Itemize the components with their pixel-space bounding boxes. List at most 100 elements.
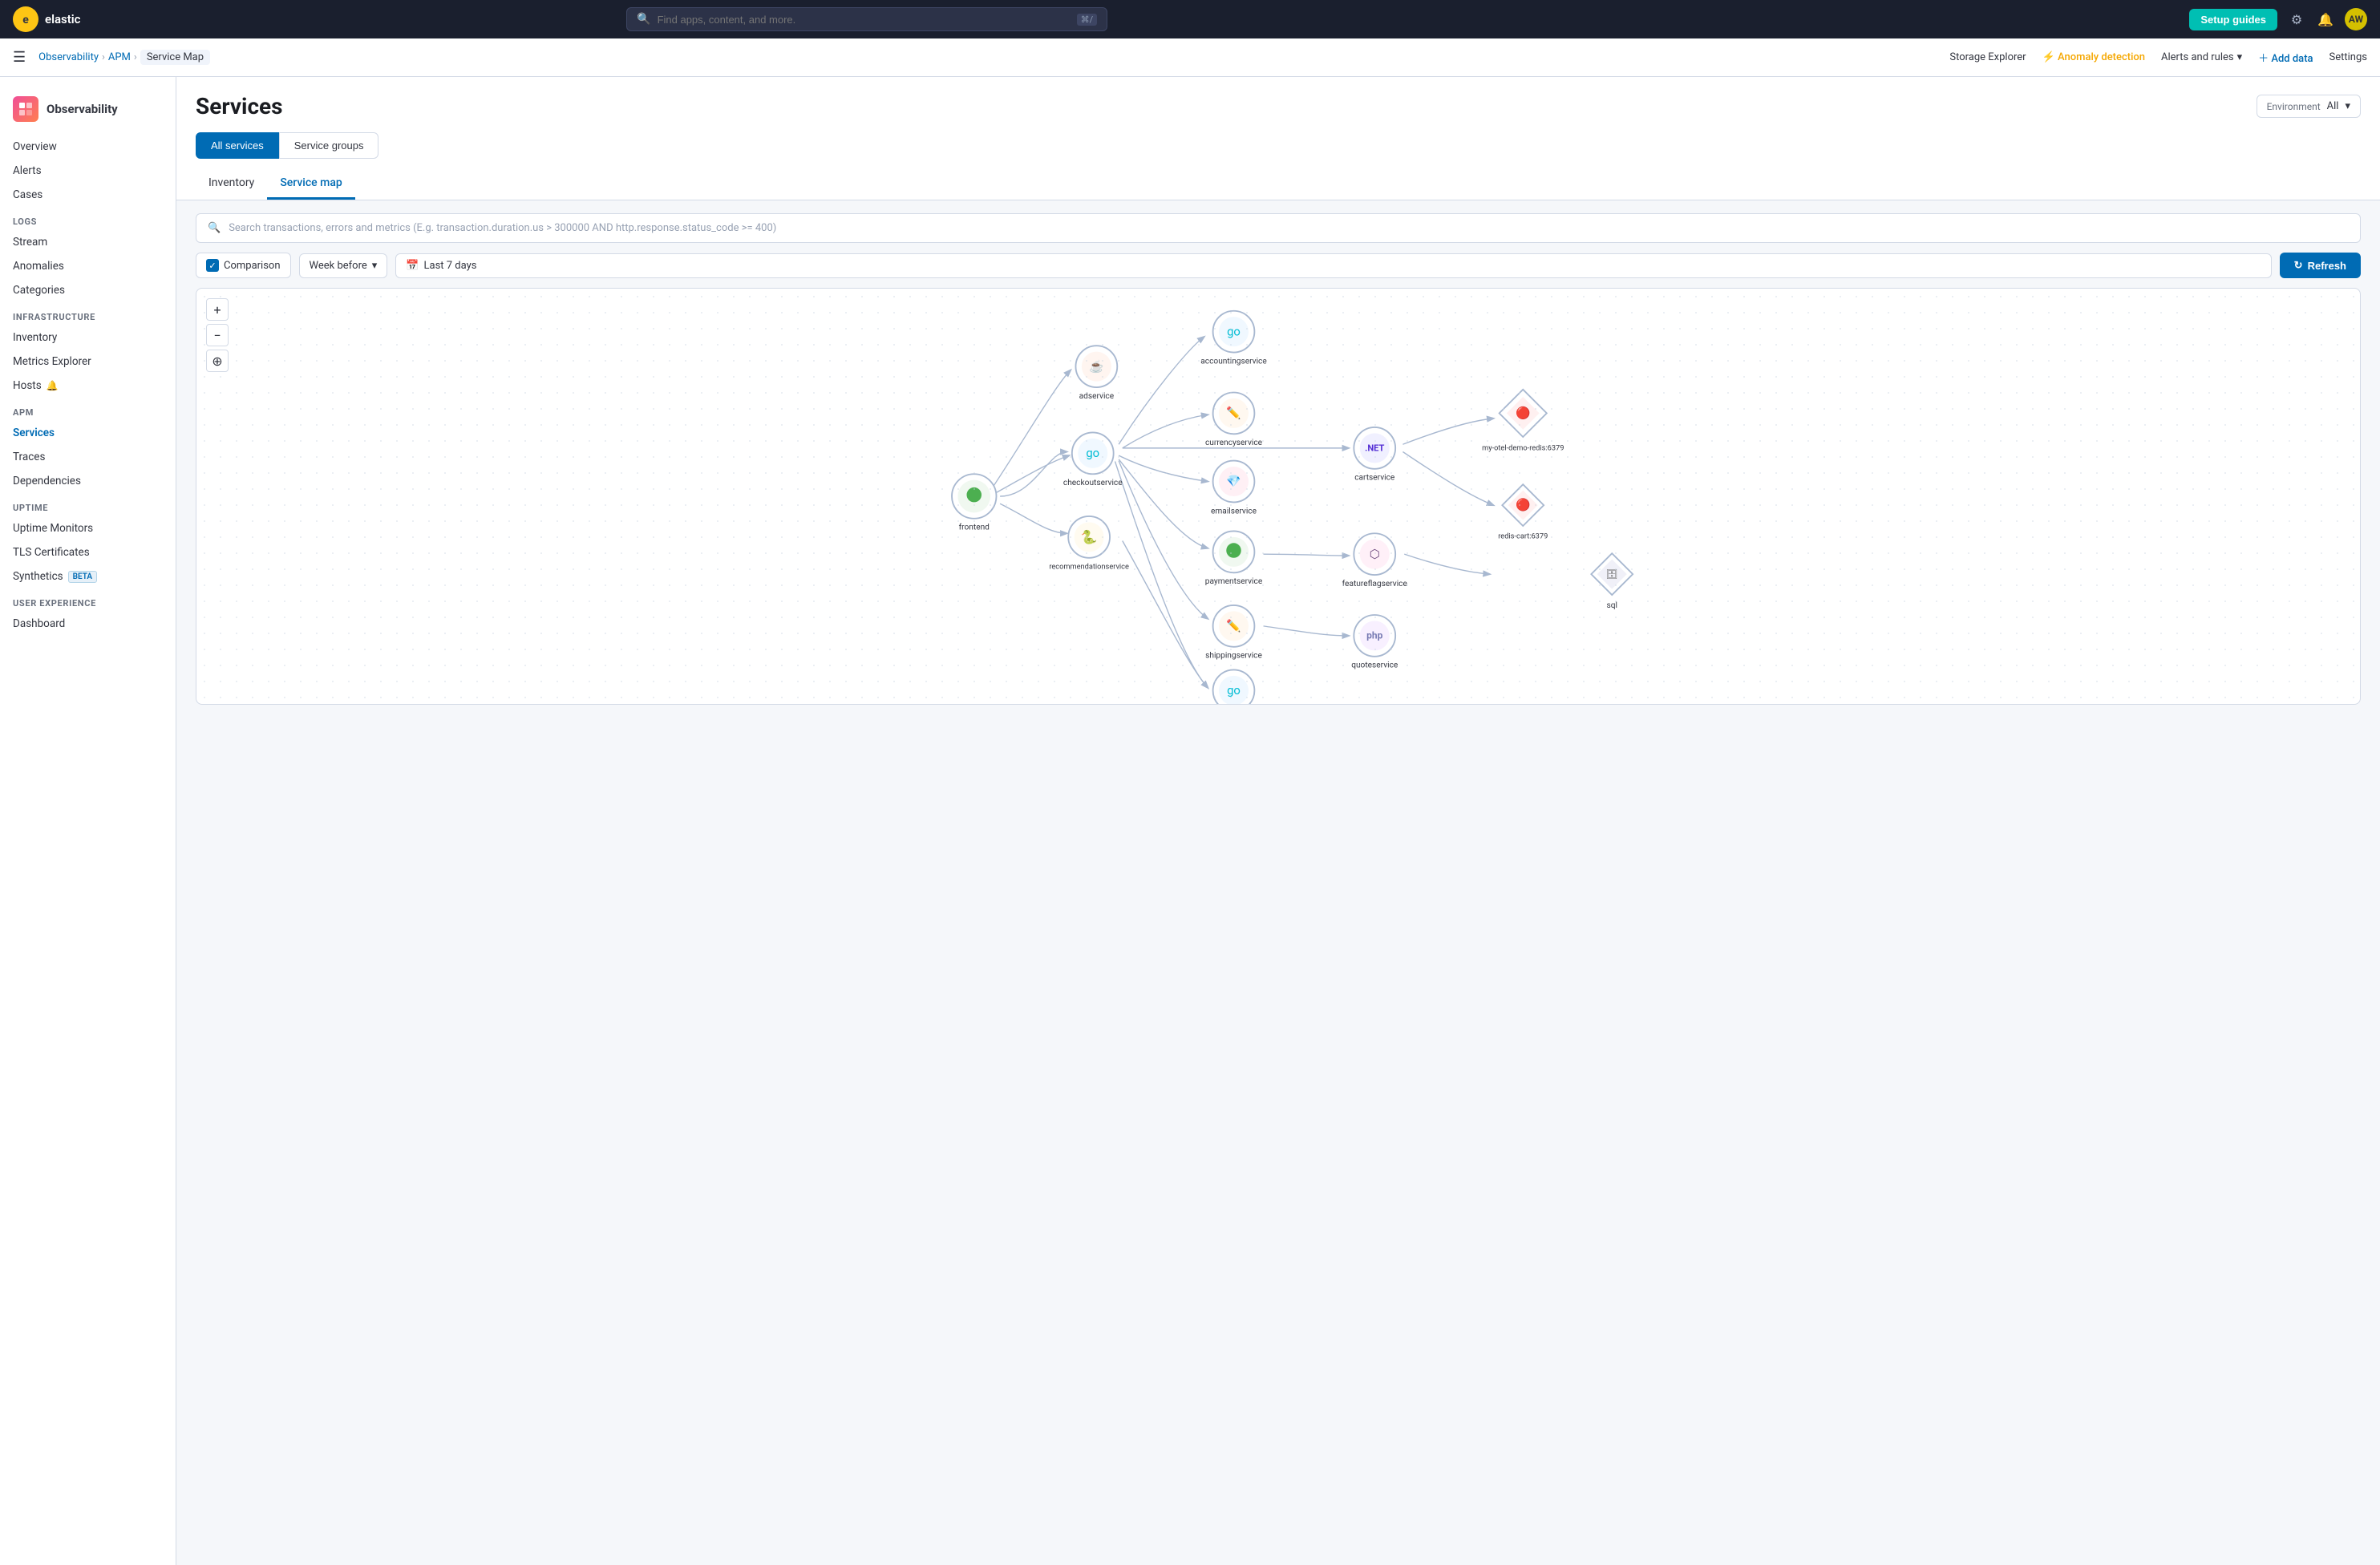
sidebar-item-cases[interactable]: Cases [0,183,176,207]
search-filter-bar[interactable]: 🔍 Search transactions, errors and metric… [196,213,2361,243]
sidebar-item-hosts[interactable]: Hosts 🔔 [0,374,176,398]
sidebar-item-services[interactable]: Services [0,421,176,445]
sidebar-item-overview[interactable]: Overview [0,135,176,159]
sidebar-item-traces[interactable]: Traces [0,445,176,469]
settings-icon[interactable]: ⚙ [2287,10,2306,29]
environment-selector[interactable]: Environment All ▾ [2257,95,2361,118]
sidebar-item-dependencies[interactable]: Dependencies [0,469,176,493]
svg-text:checkoutservice: checkoutservice [1063,479,1123,487]
comparison-toggle[interactable]: ✓ Comparison [196,253,291,278]
node-shippingservice[interactable]: ✏️ shippingservice [1205,605,1262,661]
node-redis-otel[interactable]: 🔴 my-otel-demo-redis:6379 [1482,390,1564,453]
date-range-selector[interactable]: 📅 Last 7 days [395,253,2271,278]
sidebar-item-synthetics[interactable]: Synthetics BETA [0,564,176,588]
week-before-selector[interactable]: Week before ▾ [299,253,388,278]
calendar-icon: 📅 [406,260,419,272]
sidebar: Observability Overview Alerts Cases Logs… [0,77,176,1565]
sidebar-item-metrics-explorer[interactable]: Metrics Explorer [0,350,176,374]
elastic-logo[interactable]: e elastic [13,6,81,32]
tab-inventory[interactable]: Inventory [196,168,267,200]
sidebar-section-user-experience: User Experience [0,588,176,612]
svg-text:☕: ☕ [1089,359,1103,374]
observability-logo [13,96,38,122]
svg-text:emailservice: emailservice [1211,507,1257,516]
sidebar-item-uptime-monitors[interactable]: Uptime Monitors [0,516,176,540]
svg-text:🔴: 🔴 [1516,498,1530,512]
sidebar-item-categories[interactable]: Categories [0,278,176,302]
notifications-icon[interactable]: 🔔 [2316,10,2335,29]
refresh-label: Refresh [2308,260,2346,272]
elastic-wordmark: elastic [45,12,81,26]
breadcrumb-service-map[interactable]: Service Map [140,50,210,65]
svg-text:sql: sql [1607,601,1617,610]
page-title-row: Services Environment All ▾ [196,93,2361,119]
sidebar-item-alerts[interactable]: Alerts [0,159,176,183]
sidebar-item-stream[interactable]: Stream [0,230,176,254]
comparison-checkbox: ✓ [206,259,219,272]
week-before-label: Week before [310,260,367,272]
fit-view-button[interactable]: ⊕ [206,350,229,372]
node-recommendationservice[interactable]: 🐍 recommendationservice [1049,516,1129,572]
node-sql[interactable]: 🗄 sql [1591,553,1633,610]
environment-label: Environment [2267,101,2321,112]
node-frontend[interactable]: frontend [952,474,997,532]
svg-text:🔴: 🔴 [1516,406,1530,420]
alerts-rules-link[interactable]: Alerts and rules ▾ [2161,51,2242,63]
setup-guides-button[interactable]: Setup guides [2189,9,2277,30]
node-productcatalogservice[interactable]: go productcatalogservice [1193,669,1274,704]
node-paymentservice[interactable]: paymentservice [1205,531,1263,586]
tab-service-groups[interactable]: Service groups [279,132,379,159]
node-currencyservice[interactable]: ✏️ currencyservice [1205,393,1263,448]
svg-text:.NET: .NET [1365,443,1384,454]
svg-text:✏️: ✏️ [1226,619,1241,633]
refresh-button[interactable]: ↻ Refresh [2280,253,2361,278]
view-tabs: Inventory Service map [196,168,2361,200]
node-accountingservice[interactable]: go accountingservice [1200,311,1267,366]
node-cartservice[interactable]: .NET cartservice [1354,427,1395,483]
sidebar-header: Observability [0,90,176,135]
svg-text:paymentservice: paymentservice [1205,577,1263,586]
anomaly-detection-link[interactable]: ⚡ Anomaly detection [2042,51,2145,63]
storage-explorer-link[interactable]: Storage Explorer [1949,51,2026,63]
global-search-input[interactable] [658,14,1071,26]
map-controls: + − ⊕ [206,298,229,372]
top-bar-actions: Setup guides ⚙ 🔔 AW [2189,8,2367,30]
node-quoteservice[interactable]: php quoteservice [1351,615,1398,670]
layout: Observability Overview Alerts Cases Logs… [0,77,2380,1565]
zoom-out-button[interactable]: − [206,324,229,346]
breadcrumb: Observability › APM › Service Map [38,50,210,65]
add-data-link[interactable]: ＋ Add data [2258,50,2313,65]
svg-text:🗄: 🗄 [1606,568,1618,580]
sidebar-item-tls-certificates[interactable]: TLS Certificates [0,540,176,564]
settings-link[interactable]: Settings [2329,51,2367,63]
node-emailservice[interactable]: 💎 emailservice [1211,461,1257,516]
sidebar-section-logs: Logs [0,207,176,230]
controls-bar: ✓ Comparison Week before ▾ 📅 Last 7 days… [196,253,2361,278]
svg-text:featureflagservice: featureflagservice [1342,579,1408,588]
breadcrumb-observability[interactable]: Observability [38,51,99,63]
user-avatar[interactable]: AW [2345,8,2367,30]
tab-all-services[interactable]: All services [196,132,279,159]
node-featureflagservice[interactable]: ⬡ featureflagservice [1342,533,1408,588]
svg-text:accountingservice: accountingservice [1200,357,1267,366]
sidebar-item-anomalies[interactable]: Anomalies [0,254,176,278]
breadcrumb-apm[interactable]: APM [108,51,131,63]
svg-text:my-otel-demo-redis:6379: my-otel-demo-redis:6379 [1482,444,1564,453]
sidebar-section-uptime: Uptime [0,493,176,516]
sidebar-section-infrastructure: Infrastructure [0,302,176,326]
hamburger-menu[interactable]: ☰ [13,49,26,66]
tab-service-map[interactable]: Service map [267,168,354,200]
svg-text:go: go [1227,683,1241,698]
zoom-in-button[interactable]: + [206,298,229,321]
svg-text:💎: 💎 [1226,474,1241,488]
sidebar-item-dashboard[interactable]: Dashboard [0,612,176,636]
sidebar-title: Observability [47,102,118,116]
node-redis-cart[interactable]: 🔴 redis-cart:6379 [1498,484,1548,541]
svg-text:redis-cart:6379: redis-cart:6379 [1498,532,1548,541]
svg-text:recommendationservice: recommendationservice [1049,563,1129,572]
sidebar-item-inventory[interactable]: Inventory [0,326,176,350]
node-checkoutservice[interactable]: go checkoutservice [1063,432,1123,487]
svg-text:e: e [22,14,29,26]
search-shortcut: ⌘/ [1077,14,1098,26]
node-adservice[interactable]: ☕ adservice [1075,346,1117,401]
